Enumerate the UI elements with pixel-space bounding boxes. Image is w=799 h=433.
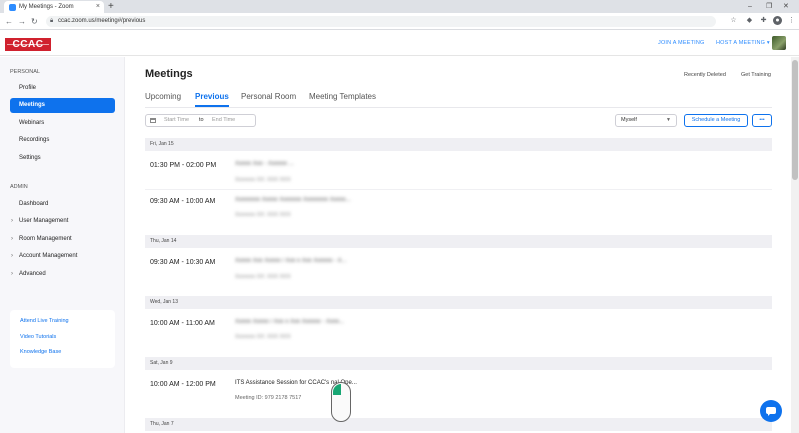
chevron-right-icon: › xyxy=(11,271,13,277)
browser-tab[interactable]: My Meetings - Zoom × xyxy=(4,1,104,13)
sidebar-item-recordings[interactable]: Recordings xyxy=(10,133,115,148)
browser-tabbar: My Meetings - Zoom × + – ❐ ✕ xyxy=(0,0,799,13)
tab-upcoming[interactable]: Upcoming xyxy=(145,92,181,101)
meeting-time: 10:00 AM - 11:00 AM xyxy=(150,320,215,327)
sidebar-item-user-management[interactable]: › User Management xyxy=(10,214,115,229)
menu-dots-icon[interactable]: ⋮ xyxy=(787,16,796,25)
meeting-id: Xxxxxxx XX: XXX XXX xyxy=(235,274,291,280)
schedule-meeting-button[interactable]: Schedule a Meeting xyxy=(684,114,748,127)
personal-section-label: PERSONAL xyxy=(10,69,40,75)
sidebar-item-label: Room Management xyxy=(19,236,72,242)
video-tutorials-link[interactable]: Video Tutorials xyxy=(20,334,56,340)
tabs-divider xyxy=(145,107,772,108)
lock-icon: 🔒︎ xyxy=(50,18,54,24)
maximize-button[interactable]: ❐ xyxy=(766,0,772,13)
extension-icon[interactable]: ◆ xyxy=(745,16,754,25)
sidebar-item-dashboard[interactable]: Dashboard xyxy=(10,197,115,212)
mouse-pointer-icon xyxy=(331,382,351,422)
meeting-id: Xxxxxxx XX: XXX XXX xyxy=(235,334,291,340)
tab-title: My Meetings - Zoom xyxy=(19,4,74,10)
zoom-header: CCAC JOIN A MEETING HOST A MEETING ▾ xyxy=(0,30,799,56)
page-scrollbar[interactable] xyxy=(791,57,799,433)
start-time-input[interactable]: Start Time xyxy=(164,115,189,126)
browser-toolbar: ← → ↻ 🔒︎ ccac.zoom.us/meeting#/previous … xyxy=(0,13,799,30)
meeting-topic-link[interactable]: Xxxxx Xxx - Xxxxxx ... xyxy=(235,161,294,167)
admin-section-label: ADMIN xyxy=(10,184,28,190)
back-arrow-icon[interactable]: ← xyxy=(5,15,13,28)
chevron-down-icon: ▼ xyxy=(666,117,671,123)
to-label: to xyxy=(199,117,204,123)
window-close-button[interactable]: ✕ xyxy=(783,0,789,13)
tab-close-icon[interactable]: × xyxy=(96,1,100,13)
meeting-topic-link[interactable]: Xxxxx Xxxxx / Xxx x Xxx Xxxxxx - Xxxx... xyxy=(235,319,344,325)
minimize-button[interactable]: – xyxy=(748,0,752,13)
puzzle-icon[interactable]: ✚ xyxy=(759,16,768,25)
sidebar-item-label: Account Management xyxy=(19,253,78,259)
date-range-picker[interactable]: Start Time to End Time xyxy=(145,114,256,127)
sidebar-item-account-management[interactable]: › Account Management xyxy=(10,249,115,264)
date-group-header: Sat, Jan 9 xyxy=(145,357,772,370)
meeting-topic-link[interactable]: Xxxxxxxx Xxxxx Xxxxxxx Xxxxxxxx Xxxxx... xyxy=(235,197,351,203)
chat-bubble-icon[interactable] xyxy=(760,400,782,422)
ccac-logo[interactable]: CCAC xyxy=(5,38,51,51)
chevron-right-icon: › xyxy=(11,218,13,224)
reload-icon[interactable]: ↻ xyxy=(31,15,38,28)
end-time-input[interactable]: End Time xyxy=(212,115,235,126)
sidebar-item-room-management[interactable]: › Room Management xyxy=(10,232,115,247)
profile-icon[interactable]: ● xyxy=(773,16,782,25)
meeting-id: Xxxxxxx XX: XXX XXX xyxy=(235,177,291,183)
tab-personal-room[interactable]: Personal Room xyxy=(241,92,296,101)
calendar-icon xyxy=(150,118,156,123)
forward-arrow-icon[interactable]: → xyxy=(18,15,26,28)
chevron-right-icon: › xyxy=(11,236,13,242)
avatar[interactable] xyxy=(772,36,786,50)
sidebar-item-settings[interactable]: Settings xyxy=(10,151,115,166)
meeting-time: 09:30 AM - 10:00 AM xyxy=(150,198,216,205)
meeting-topic-link[interactable]: Xxxxx Xxx Xxxxx / Xxx x Xxx Xxxxxx - X..… xyxy=(235,258,347,264)
sidebar-item-label: Advanced xyxy=(19,271,46,277)
meeting-id: Xxxxxxx XX: XXX XXX xyxy=(235,212,291,218)
tab-meeting-templates[interactable]: Meeting Templates xyxy=(309,92,376,101)
page-title: Meetings xyxy=(145,68,193,80)
chevron-right-icon: › xyxy=(11,253,13,259)
sidebar-item-profile[interactable]: Profile xyxy=(10,81,115,96)
zoom-favicon-icon xyxy=(9,4,16,11)
sidebar-item-label: User Management xyxy=(19,218,69,224)
owner-filter-select[interactable]: Myself ▼ xyxy=(615,114,677,127)
more-options-button[interactable]: ••• xyxy=(752,114,772,127)
url-text: ccac.zoom.us/meeting#/previous xyxy=(58,18,146,24)
get-training-link[interactable]: Get Training xyxy=(741,72,771,78)
date-group-header: Fri, Jan 15 xyxy=(145,138,772,151)
new-tab-button[interactable]: + xyxy=(108,0,114,13)
sidebar-item-meetings[interactable]: Meetings xyxy=(10,98,115,113)
date-group-header: Thu, Jan 14 xyxy=(145,235,772,248)
attend-live-training-link[interactable]: Attend Live Training xyxy=(20,318,69,324)
star-icon[interactable]: ☆ xyxy=(729,16,738,25)
help-links-card: Attend Live Training Video Tutorials Kno… xyxy=(10,310,115,368)
date-group-header: Thu, Jan 7 xyxy=(145,418,772,431)
knowledge-base-link[interactable]: Knowledge Base xyxy=(20,349,61,355)
join-meeting-link[interactable]: JOIN A MEETING xyxy=(658,40,705,46)
sidebar: PERSONAL Profile Meetings Webinars Recor… xyxy=(0,57,125,433)
tab-previous[interactable]: Previous xyxy=(195,92,229,107)
owner-filter-value: Myself xyxy=(621,117,637,123)
meeting-time: 09:30 AM - 10:30 AM xyxy=(150,259,216,266)
meeting-time: 01:30 PM - 02:00 PM xyxy=(150,162,217,169)
sidebar-item-webinars[interactable]: Webinars xyxy=(10,116,115,131)
host-meeting-link[interactable]: HOST A MEETING ▾ xyxy=(716,40,770,46)
recently-deleted-link[interactable]: Recently Deleted xyxy=(684,72,726,78)
sidebar-item-advanced[interactable]: › Advanced xyxy=(10,267,115,282)
row-divider xyxy=(145,189,772,190)
meeting-id: Meeting ID: 979 2178 7517 xyxy=(235,395,302,401)
date-group-header: Wed, Jan 13 xyxy=(145,296,772,309)
scrollbar-thumb[interactable] xyxy=(792,60,798,180)
address-bar[interactable]: 🔒︎ ccac.zoom.us/meeting#/previous xyxy=(46,16,716,27)
meeting-time: 10:00 AM - 12:00 PM xyxy=(150,381,216,388)
